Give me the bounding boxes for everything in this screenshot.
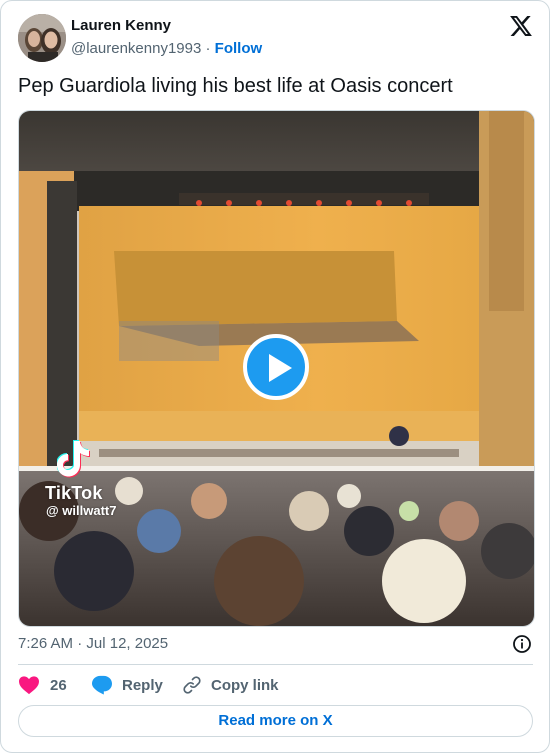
like-button[interactable]: 26 [18,675,67,695]
author-handle-row: @laurenkenny1993 · Follow [71,40,262,57]
info-icon[interactable] [512,634,532,654]
copy-link-label: Copy link [211,676,279,694]
reply-label: Reply [122,676,163,694]
tiktok-logo-icon [57,440,90,478]
read-more-button[interactable]: Read more on X [18,705,533,737]
copy-link-button[interactable]: Copy link [182,675,279,695]
tiktok-username-label: @ willwatt7 [46,503,117,518]
like-count: 26 [50,676,67,694]
handle-separator: · [205,40,211,57]
follow-button[interactable]: Follow [215,40,263,57]
tweet-date: Jul 12, 2025 [86,635,169,652]
reply-button[interactable]: Reply [91,675,163,695]
link-icon [183,676,201,694]
play-button[interactable] [243,334,309,400]
tweet-embed-card: Lauren Kenny @laurenkenny1993 · Follow P… [0,0,550,753]
divider [18,664,533,665]
timestamp-separator: · [77,635,83,652]
heart-icon [19,676,39,695]
tweet-time: 7:26 AM [18,635,74,652]
tweet-timestamp[interactable]: 7:26 AM · Jul 12, 2025 [18,635,168,652]
reply-bubble-icon [92,675,112,695]
author-name[interactable]: Lauren Kenny [71,17,171,34]
tweet-text: Pep Guardiola living his best life at Oa… [18,75,453,97]
author-avatar[interactable] [18,14,66,62]
tiktok-brand-label: TikTok [45,483,103,503]
author-handle[interactable]: @laurenkenny1993 [71,40,201,57]
play-icon [269,354,292,382]
x-logo-icon[interactable] [510,16,532,36]
